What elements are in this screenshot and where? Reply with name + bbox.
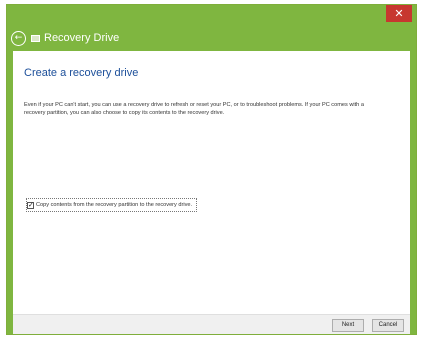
title-bar: ✕ ← Recovery Drive bbox=[7, 5, 416, 51]
close-icon: ✕ bbox=[394, 7, 404, 20]
copy-partition-option[interactable]: ✓ Copy contents from the recovery partit… bbox=[26, 198, 198, 212]
copy-partition-label[interactable]: Copy contents from the recovery partitio… bbox=[36, 202, 192, 208]
copy-partition-checkbox[interactable]: ✓ bbox=[27, 200, 34, 209]
wizard-content: Create a recovery drive Even if your PC … bbox=[13, 51, 410, 314]
back-button[interactable]: ← bbox=[11, 31, 26, 46]
back-arrow-icon: ← bbox=[14, 33, 23, 43]
cancel-button[interactable]: Cancel bbox=[372, 319, 404, 332]
recovery-drive-window: ✕ ← Recovery Drive Create a recovery dri… bbox=[6, 4, 417, 335]
window-title: Recovery Drive bbox=[44, 32, 120, 44]
checkmark-icon: ✓ bbox=[28, 200, 34, 209]
button-bar: Next Cancel bbox=[13, 314, 410, 334]
recovery-drive-icon bbox=[31, 35, 40, 42]
close-button[interactable]: ✕ bbox=[386, 5, 412, 22]
description-text: Even if your PC can't start, you can use… bbox=[24, 102, 364, 116]
page-heading: Create a recovery drive bbox=[24, 67, 139, 79]
next-button[interactable]: Next bbox=[332, 319, 364, 332]
